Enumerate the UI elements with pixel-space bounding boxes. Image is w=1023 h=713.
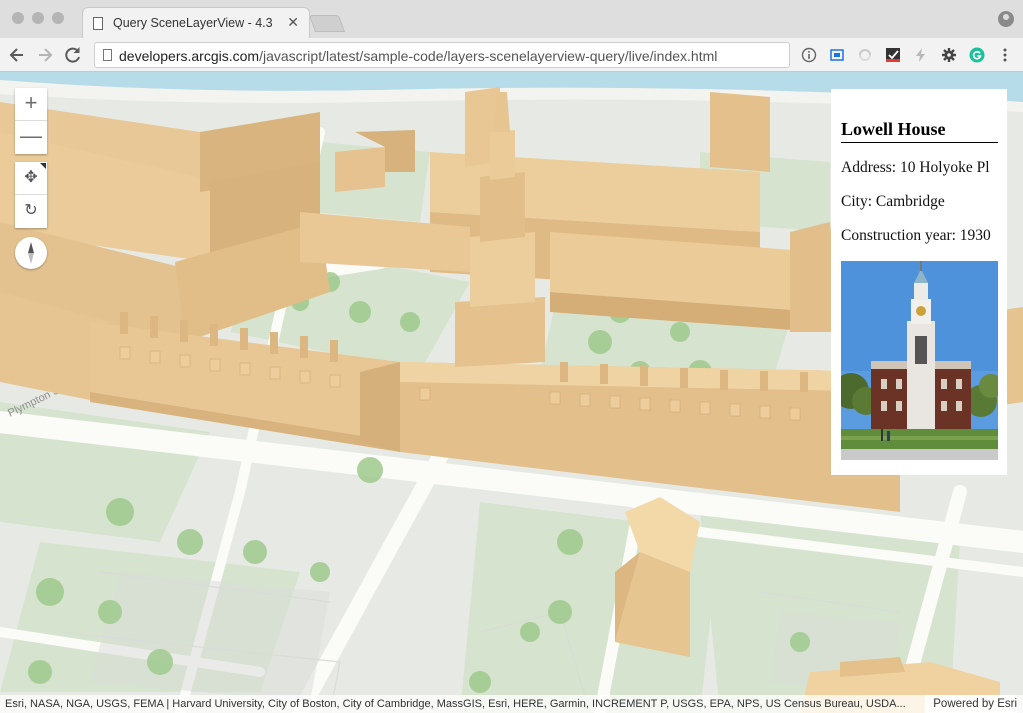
rotate-icon: ↻ <box>24 202 38 219</box>
pan-button[interactable]: ✥ <box>15 162 47 194</box>
browser-tab[interactable]: Query SceneLayerView - 4.3 ✕ <box>82 7 310 38</box>
active-mode-indicator <box>40 163 46 169</box>
info-icon[interactable] <box>801 47 817 63</box>
zoom-widget: + — <box>15 88 47 154</box>
compass-icon <box>28 242 34 264</box>
url-text: developers.arcgis.com/javascript/latest/… <box>119 48 718 64</box>
profile-icon[interactable] <box>998 11 1014 27</box>
scene-view[interactable]: Plympton St + — ✥ ↻ Lowell House Address… <box>0 72 1023 713</box>
menu-kebab-icon[interactable] <box>997 47 1013 63</box>
rotate-button[interactable]: ↻ <box>15 194 47 226</box>
building-photo <box>841 261 998 460</box>
construction-year-text: Construction year: 1930 <box>841 227 991 244</box>
page-info-icon[interactable] <box>103 49 112 61</box>
address-text: Address: 10 Holyoke Pl <box>841 159 990 176</box>
feature-info-panel: Lowell House Address: 10 Holyoke Pl City… <box>831 89 1007 475</box>
powered-by-esri-link[interactable]: Powered by Esri <box>925 695 1017 713</box>
settings-gear-icon[interactable] <box>941 47 957 63</box>
attribution-text[interactable]: Esri, NASA, NGA, USGS, FEMA | Harvard Un… <box>5 698 906 710</box>
tab-strip: Query SceneLayerView - 4.3 ✕ <box>0 0 1023 38</box>
screen-capture-icon[interactable] <box>829 47 845 63</box>
browser-toolbar: developers.arcgis.com/javascript/latest/… <box>0 38 1023 72</box>
attribution-bar[interactable]: Esri, NASA, NGA, USGS, FEMA | Harvard Un… <box>0 695 1023 713</box>
page-icon <box>93 17 103 30</box>
tab-close-icon[interactable]: ✕ <box>287 14 299 31</box>
popup-title: Lowell House <box>841 119 998 143</box>
close-window-icon[interactable] <box>12 12 24 24</box>
tab-title: Query SceneLayerView - 4.3 <box>113 16 273 30</box>
zoom-in-button[interactable]: + <box>15 88 47 120</box>
forward-icon[interactable] <box>34 44 56 66</box>
minimize-window-icon[interactable] <box>32 12 44 24</box>
compass-button[interactable] <box>15 237 47 269</box>
maximize-window-icon[interactable] <box>52 12 64 24</box>
city-text: City: Cambridge <box>841 193 945 210</box>
lightning-icon[interactable] <box>913 47 929 63</box>
browser-chrome: Query SceneLayerView - 4.3 ✕ developers.… <box>0 0 1023 72</box>
address-bar[interactable]: developers.arcgis.com/javascript/latest/… <box>94 42 790 68</box>
extension-icon[interactable] <box>857 47 873 63</box>
checklist-icon[interactable] <box>885 47 901 63</box>
zoom-out-button[interactable]: — <box>15 120 47 152</box>
grammarly-icon[interactable] <box>969 47 985 63</box>
reload-icon[interactable] <box>62 44 84 66</box>
back-icon[interactable] <box>6 44 28 66</box>
navigation-toggle: ✥ ↻ <box>15 162 47 228</box>
new-tab-button[interactable] <box>308 15 346 32</box>
pan-icon: ✥ <box>24 169 38 186</box>
